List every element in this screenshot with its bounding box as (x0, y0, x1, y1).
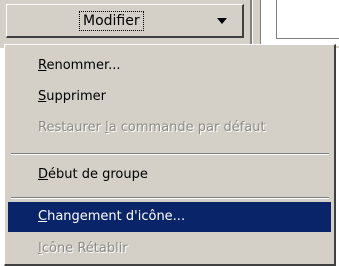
menu-item-label: a commande par défaut (108, 120, 266, 135)
menu-separator (11, 153, 329, 155)
menu-item-changement-icone[interactable]: Changement d'icône... (8, 202, 331, 232)
menu-item-accelerator: D (38, 167, 49, 182)
menu-item-renommer[interactable]: Renommer... (8, 51, 331, 81)
menu-item-label: ébut de groupe (48, 167, 148, 182)
menu-item-accelerator: C (38, 209, 48, 224)
toolbar-divider (250, 0, 253, 46)
toolbar-right-panel (276, 0, 339, 39)
menu-item-label: cône Rétablir (41, 241, 128, 256)
menu-item-label-prefix: Restaurer (38, 120, 106, 135)
chevron-down-icon (217, 18, 227, 24)
menu-item-label: hangement d'icône... (47, 209, 186, 224)
modifier-button[interactable]: Modifier (6, 4, 244, 38)
context-menu: Renommer... Supprimer Restaurer la comma… (4, 44, 336, 266)
menu-item-debut-de-groupe[interactable]: Début de groupe (8, 160, 331, 190)
menu-item-label: enommer... (46, 58, 121, 73)
menu-separator (11, 197, 329, 199)
modifier-button-label: Modifier (79, 11, 144, 31)
menu-item-label: upprimer (46, 89, 106, 104)
menu-item-restaurer-commande[interactable]: Restaurer la commande par défaut (8, 113, 331, 143)
menu-item-icone-retablir[interactable]: Icône Rétablir (8, 234, 331, 264)
menu-item-supprimer[interactable]: Supprimer (8, 82, 331, 112)
